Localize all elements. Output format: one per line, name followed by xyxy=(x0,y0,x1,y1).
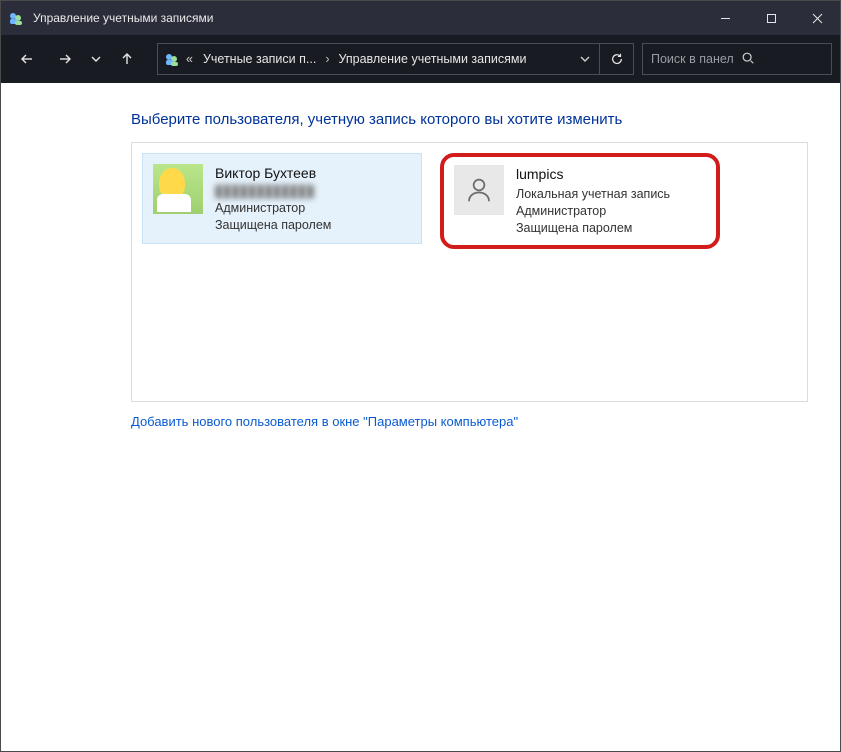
close-button[interactable] xyxy=(794,1,840,35)
user-email-masked: ████████████ xyxy=(215,185,331,200)
address-bar[interactable]: « Учетные записи п... › Управление учетн… xyxy=(157,43,634,75)
app-icon xyxy=(7,9,25,27)
user-role: Администратор xyxy=(516,203,670,220)
up-button[interactable] xyxy=(109,41,145,77)
breadcrumb-seg-1[interactable]: Учетные записи п... xyxy=(197,52,322,66)
user-role: Администратор xyxy=(215,200,331,217)
user-password-status: Защищена паролем xyxy=(516,220,670,237)
user-card-viktor[interactable]: Виктор Бухтеев ████████████ Администрато… xyxy=(142,153,422,244)
maximize-button[interactable] xyxy=(748,1,794,35)
window: Управление учетными записями « xyxy=(0,0,841,752)
avatar xyxy=(153,164,203,214)
breadcrumb-back-icon[interactable]: « xyxy=(182,52,197,66)
titlebar: Управление учетными записями xyxy=(1,1,840,35)
window-title: Управление учетными записями xyxy=(33,11,213,25)
add-user-link[interactable]: Добавить нового пользователя в окне "Пар… xyxy=(131,414,808,429)
navbar: « Учетные записи п... › Управление учетн… xyxy=(1,35,840,83)
minimize-button[interactable] xyxy=(702,1,748,35)
user-info: Виктор Бухтеев ████████████ Администрато… xyxy=(215,164,331,233)
chevron-right-icon: › xyxy=(322,52,332,66)
user-account-type: Локальная учетная запись xyxy=(516,186,670,203)
breadcrumb-seg-2[interactable]: Управление учетными записями xyxy=(332,52,532,66)
user-list: Виктор Бухтеев ████████████ Администрато… xyxy=(131,142,808,402)
address-icon xyxy=(158,51,182,67)
user-name: lumpics xyxy=(516,165,670,184)
avatar xyxy=(454,165,504,215)
user-password-status: Защищена паролем xyxy=(215,217,331,234)
user-name: Виктор Бухтеев xyxy=(215,164,331,183)
address-dropdown[interactable] xyxy=(571,54,599,64)
user-card-lumpics[interactable]: lumpics Локальная учетная запись Админис… xyxy=(440,153,720,249)
user-info: lumpics Локальная учетная запись Админис… xyxy=(516,165,670,237)
search-input[interactable]: Поиск в панели упра... xyxy=(642,43,832,75)
recent-dropdown[interactable] xyxy=(85,41,107,77)
search-placeholder: Поиск в панели упра... xyxy=(651,52,733,66)
refresh-button[interactable] xyxy=(599,44,633,74)
forward-button[interactable] xyxy=(47,41,83,77)
page-heading: Выберите пользователя, учетную запись ко… xyxy=(131,111,808,128)
back-button[interactable] xyxy=(9,41,45,77)
content-area: Выберите пользователя, учетную запись ко… xyxy=(1,83,840,751)
search-icon xyxy=(741,51,823,68)
